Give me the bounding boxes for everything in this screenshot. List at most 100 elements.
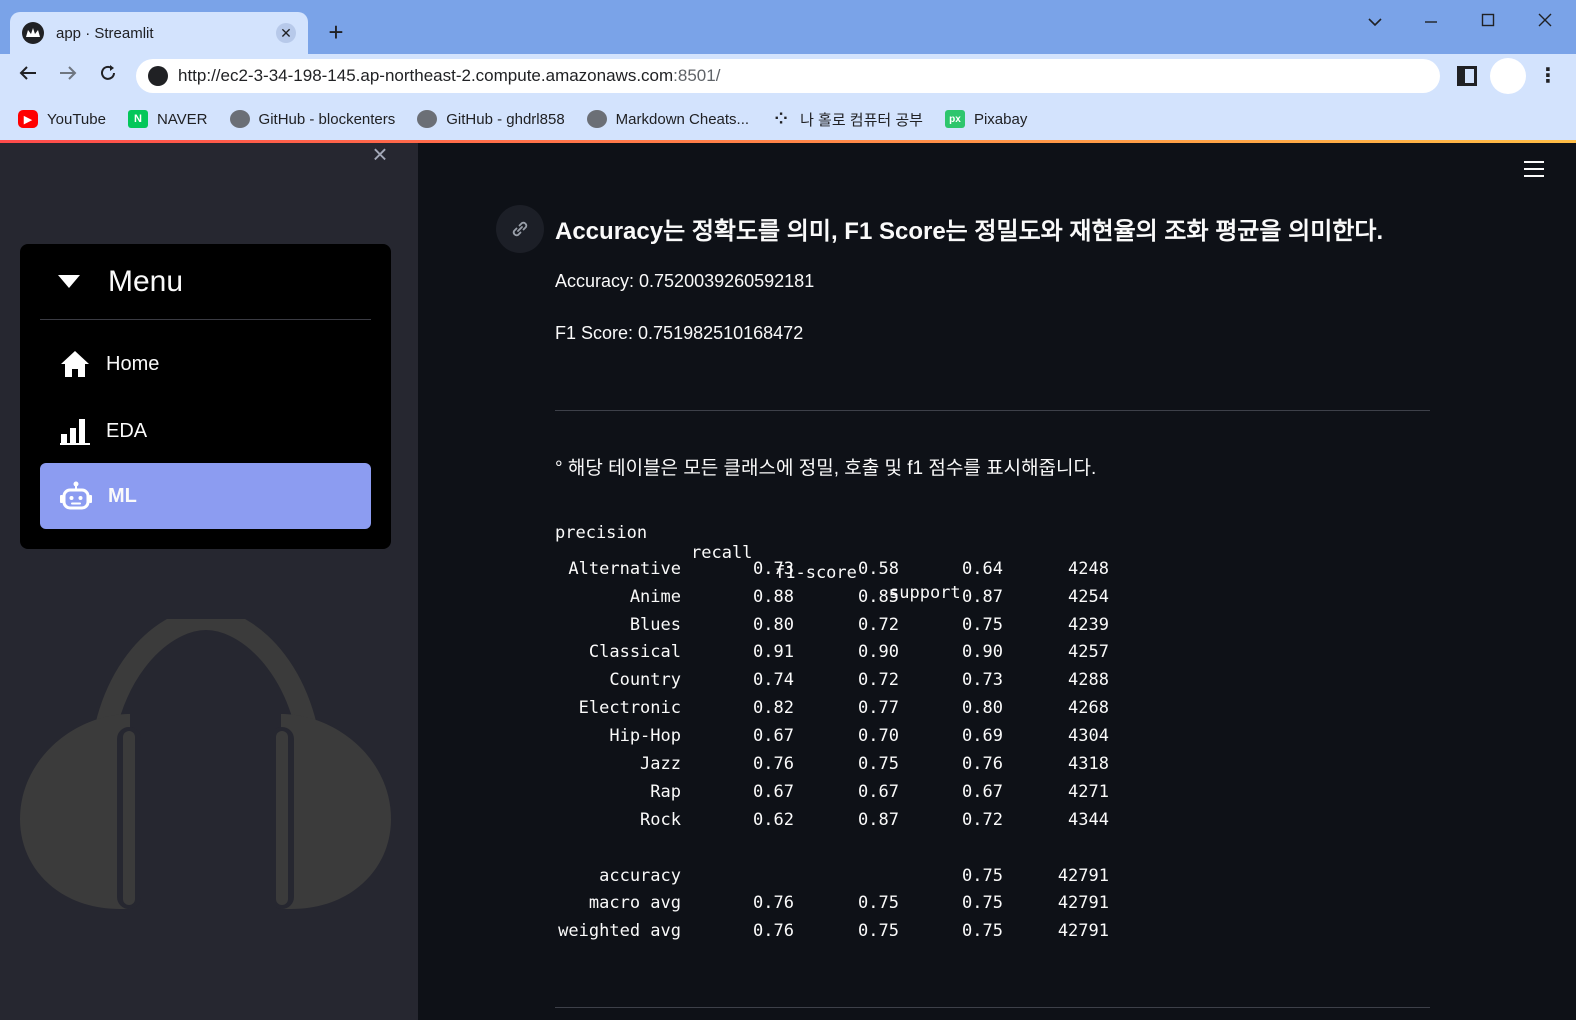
address-bar[interactable]: http://ec2-3-34-198-145.ap-northeast-2.c…: [136, 59, 1440, 93]
f1-cell: 0.87: [962, 586, 1003, 607]
hamburger-menu-icon[interactable]: [1524, 161, 1544, 177]
f1-cell: 0.67: [962, 781, 1003, 802]
precision-cell: 0.62: [753, 809, 794, 830]
tab-search-icon[interactable]: [1347, 6, 1403, 36]
side-panel-icon[interactable]: [1457, 66, 1477, 86]
support-cell: 4318: [1068, 754, 1109, 775]
github-icon: [417, 110, 438, 128]
row-label: Hip-Hop: [609, 726, 681, 747]
maximize-icon[interactable]: [1460, 6, 1516, 36]
naver-icon: N: [127, 110, 148, 128]
forward-arrow-icon[interactable]: [54, 62, 82, 90]
f1-cell: 0.90: [962, 642, 1003, 663]
precision-cell: 0.91: [753, 642, 794, 663]
minimize-icon[interactable]: [1403, 6, 1459, 36]
menu-item-home[interactable]: Home: [40, 331, 371, 397]
recall-cell: 0.72: [858, 670, 899, 691]
f1-cell: 0.73: [962, 670, 1003, 691]
divider: [555, 410, 1430, 411]
recall-cell: 0.67: [858, 781, 899, 802]
table-caption: ° 해당 테이블은 모든 클래스에 정밀, 호출 및 f1 점수를 표시해줍니다…: [555, 458, 1097, 479]
table-row: Classical 0.91 0.90 0.90 4257: [555, 642, 1109, 670]
f1-cell: 0.75: [962, 921, 1003, 942]
close-sidebar-icon[interactable]: ×: [368, 143, 392, 167]
bookmark-naver[interactable]: N NAVER: [127, 110, 208, 128]
menu-item-eda[interactable]: EDA: [40, 398, 371, 464]
bookmark-github-blockenters[interactable]: GitHub - blockenters: [229, 110, 395, 128]
support-cell: 4254: [1068, 586, 1109, 607]
reload-icon[interactable]: [94, 62, 122, 90]
recall-cell: 0.75: [858, 921, 899, 942]
menu-item-label: EDA: [106, 419, 148, 442]
headphones-icon: [20, 619, 391, 909]
precision-cell: 0.76: [753, 921, 794, 942]
table-row: accuracy 0.75 42791: [555, 866, 1109, 894]
support-cell: 4257: [1068, 642, 1109, 663]
table-row: Rock 0.62 0.87 0.72 4344: [555, 810, 1109, 838]
youtube-icon: ▶: [18, 110, 38, 128]
bookmarks-bar: ▶ YouTube N NAVER GitHub - blockenters G…: [0, 98, 1576, 140]
bookmark-pixabay[interactable]: px Pixabay: [944, 110, 1027, 128]
header-support: support: [889, 583, 961, 603]
new-tab-button[interactable]: +: [322, 18, 350, 46]
row-label: Rock: [640, 809, 681, 830]
precision-cell: 0.73: [753, 558, 794, 579]
dots-icon: ⁘: [774, 111, 788, 128]
table-row: Rap 0.67 0.67 0.67 4271: [555, 782, 1109, 810]
url-text: http://ec2-3-34-198-145.ap-northeast-2.c…: [178, 66, 721, 85]
browser-tab-strip: app · Streamlit ✕ +: [0, 0, 1576, 54]
menu-title: Menu: [108, 264, 184, 298]
menu-item-label: Home: [106, 352, 160, 375]
table-row: macro avg 0.76 0.75 0.75 42791: [555, 893, 1109, 921]
support-cell: 4248: [1068, 558, 1109, 579]
recall-cell: 0.77: [858, 698, 899, 719]
f1-score-text: F1 Score: 0.751982510168472: [555, 323, 804, 343]
recall-cell: 0.90: [858, 642, 899, 663]
divider: [555, 1007, 1430, 1008]
bookmark-github-ghdrl858[interactable]: GitHub - ghdrl858: [417, 110, 565, 128]
recall-cell: 0.75: [858, 754, 899, 775]
table-row: weighted avg 0.76 0.75 0.75 42791: [555, 921, 1109, 949]
more-options-icon[interactable]: ⋮: [1538, 62, 1558, 90]
row-label: Rap: [650, 781, 681, 802]
table-row: Jazz 0.76 0.75 0.76 4318: [555, 754, 1109, 782]
support-cell: 42791: [1057, 865, 1109, 886]
precision-cell: 0.88: [753, 586, 794, 607]
support-cell: 42791: [1057, 893, 1109, 914]
back-arrow-icon[interactable]: [14, 62, 42, 90]
bookmark-youtube[interactable]: ▶ YouTube: [18, 110, 106, 128]
page-heading: Accuracy는 정확도를 의미, F1 Score는 정밀도와 재현율의 조…: [555, 218, 1384, 245]
support-cell: 4271: [1068, 781, 1109, 802]
f1-cell: 0.80: [962, 698, 1003, 719]
support-cell: 4239: [1068, 614, 1109, 635]
menu-item-ml[interactable]: ML: [40, 463, 371, 529]
f1-cell: 0.75: [962, 865, 1003, 886]
caret-down-icon: [58, 275, 80, 288]
site-info-icon[interactable]: [148, 66, 168, 86]
classification-report: precision recall f1-score support Altern…: [555, 503, 1109, 949]
bookmark-markdown-cheatsheet[interactable]: Markdown Cheats...: [586, 110, 749, 128]
browser-tab[interactable]: app · Streamlit ✕: [10, 12, 308, 54]
option-menu: Menu Home EDA ML: [20, 244, 391, 549]
profile-avatar[interactable]: [1490, 58, 1526, 94]
close-window-icon[interactable]: [1517, 6, 1573, 36]
browser-toolbar: http://ec2-3-34-198-145.ap-northeast-2.c…: [0, 54, 1576, 98]
streamlit-favicon-icon: [22, 22, 44, 44]
f1-cell: 0.72: [962, 809, 1003, 830]
link-anchor-icon[interactable]: [496, 205, 544, 253]
precision-cell: 0.67: [753, 781, 794, 802]
home-icon: [61, 351, 89, 377]
pixabay-icon: px: [944, 110, 965, 128]
bookmark-computer-study[interactable]: ⁘ 나 홀로 컴퓨터 공부: [771, 109, 923, 130]
precision-cell: 0.76: [753, 893, 794, 914]
sidebar: × Menu Home EDA ML: [0, 143, 418, 1020]
row-label: Country: [609, 670, 681, 691]
precision-cell: 0.67: [753, 726, 794, 747]
support-cell: 4304: [1068, 726, 1109, 747]
precision-cell: 0.82: [753, 698, 794, 719]
tab-close-icon[interactable]: ✕: [276, 23, 296, 43]
menu-header: Menu: [40, 244, 371, 320]
bar-chart-icon: [60, 419, 90, 445]
support-cell: 4344: [1068, 809, 1109, 830]
recall-cell: 0.72: [858, 614, 899, 635]
